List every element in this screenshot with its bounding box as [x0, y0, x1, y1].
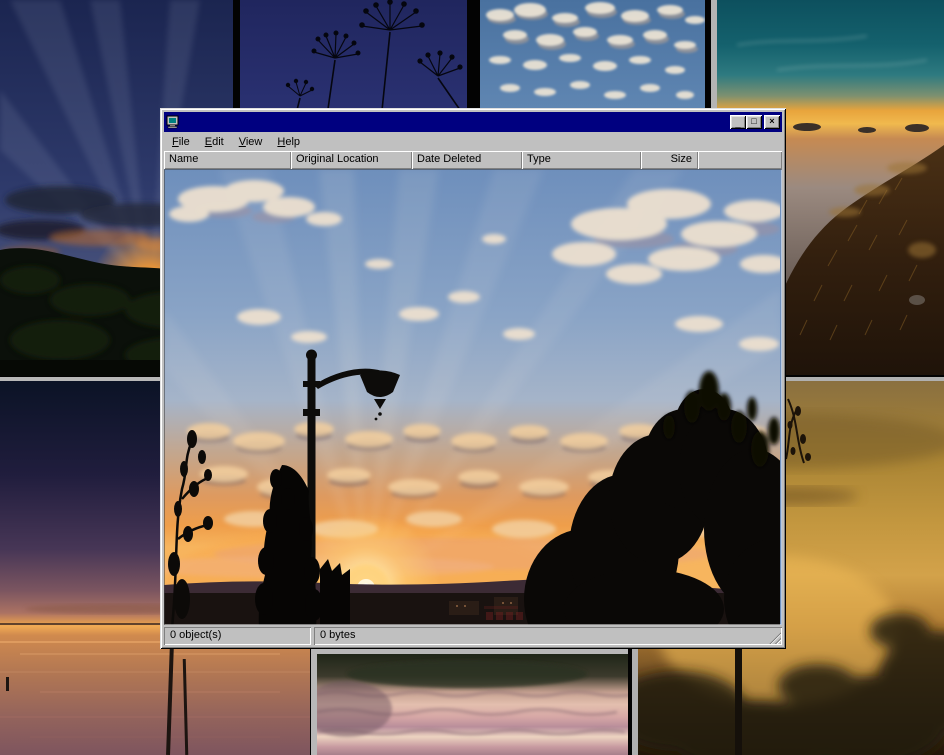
menu-bar: File Edit View Help: [164, 133, 782, 151]
status-bar: 0 object(s) 0 bytes: [164, 625, 782, 645]
column-headers: Name Original Location Date Deleted Type…: [164, 151, 782, 169]
maximize-button[interactable]: □: [746, 115, 762, 129]
column-header-type[interactable]: Type: [522, 151, 641, 169]
column-header-name[interactable]: Name: [164, 151, 291, 169]
recycle-bin-system-icon[interactable]: [166, 115, 180, 129]
file-list-viewport[interactable]: [164, 169, 782, 625]
menu-help[interactable]: Help: [270, 134, 308, 150]
column-header-blank[interactable]: [698, 151, 782, 169]
menu-view[interactable]: View: [232, 134, 271, 150]
close-button[interactable]: ×: [764, 115, 780, 129]
column-header-size[interactable]: Size: [641, 151, 698, 169]
status-object-count: 0 object(s): [164, 627, 311, 645]
background-photo-water-reflections: [311, 649, 628, 755]
column-header-original-location[interactable]: Original Location: [291, 151, 412, 169]
recycle-bin-window: _ □ × File Edit View Help Name Original …: [160, 108, 786, 649]
menu-edit[interactable]: Edit: [198, 134, 232, 150]
desktop: _ □ × File Edit View Help Name Original …: [0, 0, 944, 755]
menu-file[interactable]: File: [165, 134, 198, 150]
street-lamp-sunset-photo: [164, 169, 780, 625]
minimize-button[interactable]: _: [730, 115, 746, 129]
window-titlebar[interactable]: _ □ ×: [164, 112, 782, 132]
status-size: 0 bytes: [314, 627, 782, 645]
column-header-date-deleted[interactable]: Date Deleted: [412, 151, 522, 169]
